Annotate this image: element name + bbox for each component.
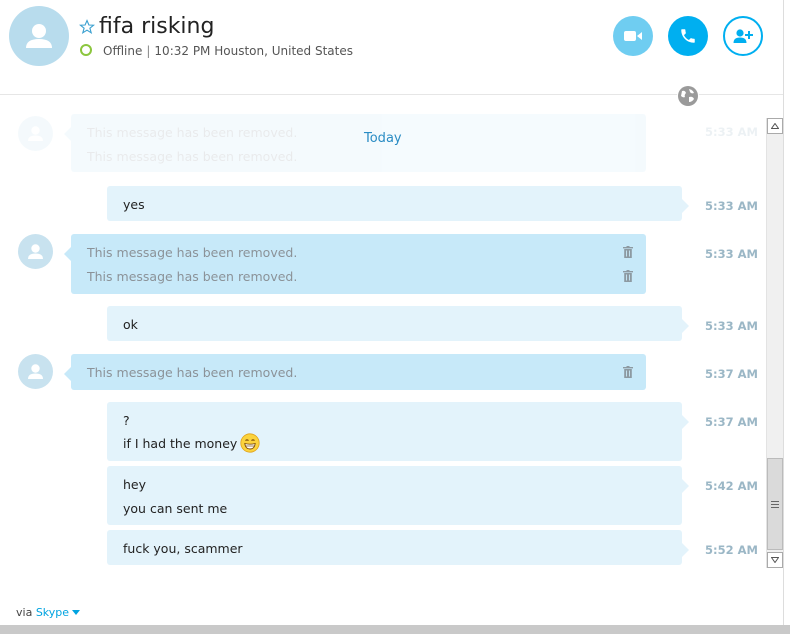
person-icon — [28, 244, 43, 259]
message-text: This message has been removed. — [87, 125, 298, 140]
conversation-header: fifa risking Offline | 10:32 PM Houston, U… — [0, 0, 784, 95]
trash-icon — [623, 246, 633, 258]
add-person-icon — [733, 29, 753, 43]
message-timestamp: 5:37 AM — [705, 367, 758, 381]
chevron-down-icon — [771, 557, 779, 563]
outgoing-message[interactable]: fuck you, scammer — [107, 530, 689, 565]
contact-avatar[interactable] — [9, 6, 69, 66]
status-text: Offline — [103, 44, 143, 58]
message-timestamp: 5:37 AM — [705, 415, 758, 429]
message-text: This message has been removed. — [87, 245, 298, 260]
message-text: This message has been removed. — [87, 269, 298, 284]
chevron-up-icon — [771, 123, 779, 129]
outgoing-message[interactable]: yes — [107, 186, 689, 221]
channel-name: Skype — [35, 606, 70, 619]
local-time: 10:32 PM Houston, United States — [154, 44, 353, 58]
outgoing-message[interactable]: ? if I had the money — [107, 402, 689, 461]
grip-icon — [771, 500, 779, 508]
via-label: via — [16, 606, 33, 619]
incoming-message[interactable]: This message has been removed. This mess… — [64, 234, 646, 294]
message-text: This message has been removed. — [87, 365, 298, 380]
message-timestamp: 5:33 AM — [705, 199, 758, 213]
outgoing-message[interactable]: hey you can sent me — [107, 466, 689, 525]
outgoing-message[interactable]: ok — [107, 306, 689, 341]
star-outline-icon[interactable] — [79, 19, 95, 35]
add-participant-button[interactable] — [723, 16, 763, 56]
message-timestamp: 5:33 AM — [705, 319, 758, 333]
message-timestamp: 5:33 AM — [705, 125, 758, 139]
contact-name[interactable]: fifa risking — [99, 14, 214, 39]
channel-dropdown[interactable]: Skype — [35, 606, 81, 619]
compose-area-edge — [0, 625, 790, 634]
person-icon — [26, 24, 52, 48]
message-text: ? — [123, 413, 130, 428]
message-text: This message has been removed. — [87, 149, 298, 164]
globe-icon — [678, 86, 698, 106]
caret-down-icon — [72, 610, 81, 615]
message-text: ok — [123, 317, 138, 332]
sender-avatar — [18, 116, 53, 151]
vertical-scrollbar[interactable] — [766, 118, 783, 568]
message-text: fuck you, scammer — [123, 541, 243, 556]
translator-button[interactable] — [677, 85, 699, 107]
message-timestamp: 5:42 AM — [705, 479, 758, 493]
scroll-down-button[interactable] — [767, 552, 783, 568]
status-separator: | — [146, 44, 151, 58]
scroll-up-button[interactable] — [767, 118, 783, 134]
person-icon — [28, 364, 43, 379]
message-timestamp: 5:52 AM — [705, 543, 758, 557]
sender-avatar[interactable] — [18, 234, 53, 269]
message-list[interactable]: This message has been removed. This mess… — [0, 112, 766, 592]
status-line: Offline | 10:32 PM Houston, United States — [103, 44, 353, 58]
message-line: if I had the money — [123, 433, 260, 453]
day-divider: Today — [364, 131, 402, 146]
message-text: if I had the money — [123, 436, 238, 451]
message-text: yes — [123, 197, 145, 212]
trash-icon — [623, 270, 633, 282]
incoming-message[interactable]: This message has been removed. — [64, 354, 646, 390]
window-divider — [783, 0, 784, 634]
trash-icon — [623, 366, 633, 378]
video-camera-icon — [624, 31, 642, 41]
scroll-thumb[interactable] — [767, 458, 783, 550]
person-icon — [28, 126, 43, 141]
message-text: you can sent me — [123, 501, 228, 516]
audio-call-button[interactable] — [668, 16, 708, 56]
grinning-emoji-icon — [240, 433, 260, 453]
phone-icon — [681, 29, 695, 43]
sender-avatar[interactable] — [18, 354, 53, 389]
presence-indicator — [80, 44, 92, 56]
message-channel-selector: via Skype — [16, 606, 81, 619]
message-timestamp: 5:33 AM — [705, 247, 758, 261]
faded-message-bubble: This message has been removed. This mess… — [64, 114, 646, 172]
video-call-button[interactable] — [613, 16, 653, 56]
message-text: hey — [123, 477, 147, 492]
